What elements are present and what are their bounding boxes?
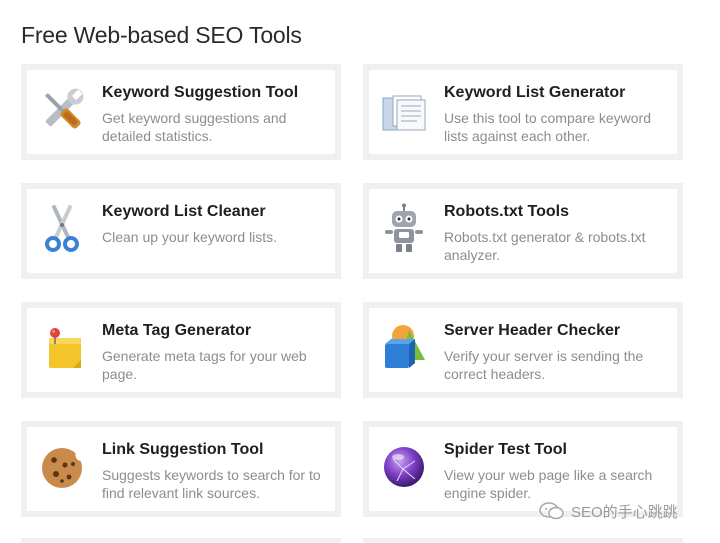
purple-orb-icon — [384, 447, 424, 487]
next-card-edge — [363, 538, 683, 543]
next-card-edge — [21, 538, 341, 543]
tool-description: Suggests keywords to search for to find … — [102, 467, 321, 501]
tool-title[interactable]: Keyword List Generator — [444, 84, 625, 102]
tool-title[interactable]: Meta Tag Generator — [102, 322, 251, 340]
tool-card-meta-tag-generator[interactable]: Meta Tag Generator Generate meta tags fo… — [21, 302, 341, 398]
tool-card-link-suggestion[interactable]: Link Suggestion Tool Suggests keywords t… — [21, 421, 341, 517]
folder-documents-icon — [382, 95, 426, 131]
cookie-icon — [42, 448, 82, 488]
tool-description: Generate meta tags for your web page. — [102, 348, 307, 382]
tool-description: View your web page like a search engine … — [444, 467, 653, 501]
tool-description: Get keyword suggestions and detailed sta… — [102, 110, 287, 144]
tool-card-server-header-checker[interactable]: Server Header Checker Verify your server… — [363, 302, 683, 398]
tool-title[interactable]: Link Suggestion Tool — [102, 441, 263, 459]
wrench-screwdriver-icon — [45, 88, 84, 129]
tool-card-keyword-suggestion[interactable]: Keyword Suggestion Tool Get keyword sugg… — [21, 64, 341, 160]
tool-title[interactable]: Server Header Checker — [444, 322, 620, 340]
tool-description: Clean up your keyword lists. — [102, 229, 278, 245]
seo-tools-page: Free Web-based SEO Tools Keyword Suggest… — [0, 0, 720, 543]
watermark: SEO的手心跳跳 — [538, 500, 678, 522]
tool-description: Verify your server is sending the correc… — [444, 348, 644, 382]
tool-title[interactable]: Robots.txt Tools — [444, 203, 569, 221]
wechat-icon — [539, 502, 564, 520]
tool-description: Use this tool to compare keyword lists a… — [444, 110, 651, 144]
page-title: Free Web-based SEO Tools — [21, 22, 302, 48]
tool-title[interactable]: Keyword List Cleaner — [102, 203, 266, 221]
shapes-icon — [385, 325, 425, 368]
tool-title[interactable]: Keyword Suggestion Tool — [102, 84, 298, 102]
robot-icon — [385, 203, 423, 252]
tool-description: Robots.txt generator & robots.txt analyz… — [444, 229, 646, 263]
tool-card-keyword-list-cleaner[interactable]: Keyword List Cleaner Clean up your keywo… — [21, 183, 341, 279]
sticky-note-pin-icon — [49, 328, 81, 368]
tool-card-robots-txt[interactable]: Robots.txt Tools Robots.txt generator & … — [363, 183, 683, 279]
watermark-text: SEO的手心跳跳 — [571, 503, 678, 521]
tool-title[interactable]: Spider Test Tool — [444, 441, 567, 459]
scissors-icon — [45, 205, 79, 252]
tool-card-keyword-list-generator[interactable]: Keyword List Generator Use this tool to … — [363, 64, 683, 160]
